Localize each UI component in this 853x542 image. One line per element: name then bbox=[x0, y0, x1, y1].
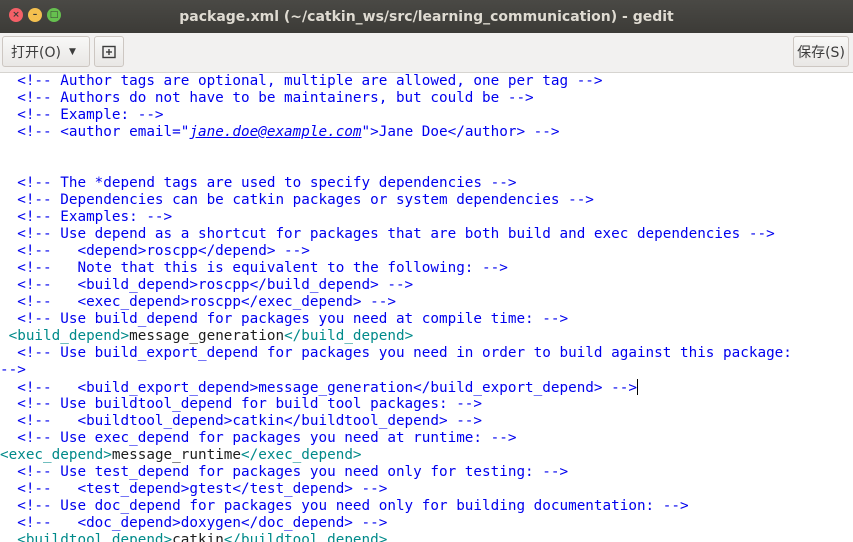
chevron-down-icon: ▼ bbox=[68, 46, 76, 57]
code-line[interactable]: <!-- Author tags are optional, multiple … bbox=[0, 73, 853, 90]
code-line[interactable]: <!-- <test_depend>gtest</test_depend> --… bbox=[0, 481, 853, 498]
code-token: <!-- Use doc_depend for packages you nee… bbox=[0, 498, 689, 514]
code-token: </build_depend> bbox=[284, 328, 414, 344]
open-button-label: 打开(O) bbox=[11, 44, 61, 61]
code-token: <!-- <buildtool_depend>catkin</buildtool… bbox=[0, 413, 483, 429]
code-line[interactable]: <!-- <exec_depend>roscpp</exec_depend> -… bbox=[0, 294, 853, 311]
code-line[interactable]: <!-- Authors do not have to be maintaine… bbox=[0, 90, 853, 107]
code-token: <!-- Use build_depend for packages you n… bbox=[0, 311, 569, 327]
email-link[interactable]: jane.doe@example.com bbox=[189, 124, 361, 140]
code-token: <!-- Use exec_depend for packages you ne… bbox=[0, 430, 517, 446]
code-line[interactable]: <!-- Use build_export_depend for package… bbox=[0, 345, 853, 362]
window-titlebar[interactable]: × – □ package.xml (~/catkin_ws/src/learn… bbox=[0, 0, 853, 33]
text-cursor bbox=[636, 379, 638, 395]
code-line[interactable]: <!-- Use exec_depend for packages you ne… bbox=[0, 430, 853, 447]
code-line[interactable]: <!-- Use buildtool_depend for build tool… bbox=[0, 396, 853, 413]
code-line[interactable]: <!-- <author email="jane.doe@example.com… bbox=[0, 124, 853, 141]
code-token: <!-- <build_depend>roscpp</build_depend>… bbox=[0, 277, 414, 293]
code-line[interactable]: <!-- Use build_depend for packages you n… bbox=[0, 311, 853, 328]
code-line[interactable]: <!-- Examples: --> bbox=[0, 209, 853, 226]
code-line[interactable] bbox=[0, 158, 853, 175]
code-token: <!-- Examples: --> bbox=[0, 209, 173, 225]
code-line[interactable]: <!-- Dependencies can be catkin packages… bbox=[0, 192, 853, 209]
code-line[interactable]: <buildtool_depend>catkin</buildtool_depe… bbox=[0, 532, 853, 542]
code-line[interactable]: <!-- <depend>roscpp</depend> --> bbox=[0, 243, 853, 260]
code-token: <!-- <doc_depend>doxygen</doc_depend> --… bbox=[0, 515, 388, 531]
code-token: <!-- Use build_export_depend for package… bbox=[0, 345, 792, 361]
code-line[interactable]: <!-- Use depend as a shortcut for packag… bbox=[0, 226, 853, 243]
code-token: message_runtime bbox=[111, 447, 242, 463]
code-token: <!-- Authors do not have to be maintaine… bbox=[0, 90, 534, 106]
new-tab-icon bbox=[102, 45, 116, 58]
minimize-window-button[interactable]: – bbox=[28, 8, 42, 22]
open-button[interactable]: 打开(O) ▼ bbox=[2, 36, 90, 67]
code-token: <!-- <test_depend>gtest</test_depend> --… bbox=[0, 481, 388, 497]
save-button-label: 保存(S) bbox=[797, 44, 845, 61]
code-token: <exec_depend> bbox=[0, 447, 112, 463]
code-line[interactable]: <!-- Use test_depend for packages you ne… bbox=[0, 464, 853, 481]
new-tab-button[interactable] bbox=[94, 36, 124, 67]
code-token: </buildtool_depend> bbox=[223, 532, 388, 542]
code-line[interactable]: <!-- <doc_depend>doxygen</doc_depend> --… bbox=[0, 515, 853, 532]
minimize-icon: – bbox=[32, 9, 38, 20]
code-token: <build_depend> bbox=[0, 328, 130, 344]
save-button[interactable]: 保存(S) bbox=[793, 36, 849, 67]
code-line[interactable]: <!-- <buildtool_depend>catkin</buildtool… bbox=[0, 413, 853, 430]
code-line[interactable]: <!-- Use doc_depend for packages you nee… bbox=[0, 498, 853, 515]
code-token: <!-- <exec_depend>roscpp</exec_depend> -… bbox=[0, 294, 396, 310]
code-line[interactable]: <exec_depend>message_runtime</exec_depen… bbox=[0, 447, 853, 464]
code-line[interactable]: <!-- The *depend tags are used to specif… bbox=[0, 175, 853, 192]
code-line[interactable]: <!-- <build_export_depend>message_genera… bbox=[0, 379, 853, 396]
code-line[interactable]: <!-- Note that this is equivalent to the… bbox=[0, 260, 853, 277]
text-editor[interactable]: <!-- Author tags are optional, multiple … bbox=[0, 73, 853, 542]
code-token: catkin bbox=[172, 532, 224, 542]
code-token: <!-- <depend>roscpp</depend> --> bbox=[0, 243, 310, 259]
maximize-icon: □ bbox=[49, 9, 59, 20]
header-bar: 打开(O) ▼ 保存(S) bbox=[0, 33, 853, 73]
code-token: <!-- Use depend as a shortcut for packag… bbox=[0, 226, 775, 242]
close-window-button[interactable]: × bbox=[9, 8, 23, 22]
code-token: <!-- The *depend tags are used to specif… bbox=[0, 175, 517, 191]
code-line[interactable]: <!-- <build_depend>roscpp</build_depend>… bbox=[0, 277, 853, 294]
code-token: <!-- <author email=" bbox=[0, 124, 190, 140]
window-title: package.xml (~/catkin_ws/src/learning_co… bbox=[179, 8, 674, 25]
code-token: --> bbox=[0, 362, 26, 378]
code-token: message_generation bbox=[129, 328, 285, 344]
code-line[interactable]: --> bbox=[0, 362, 853, 379]
code-token: <!-- Note that this is equivalent to the… bbox=[0, 260, 508, 276]
maximize-window-button[interactable]: □ bbox=[47, 8, 61, 22]
code-line[interactable] bbox=[0, 141, 853, 158]
code-token: </exec_depend> bbox=[241, 447, 362, 463]
code-token: <!-- Author tags are optional, multiple … bbox=[0, 73, 603, 89]
code-token: <!-- Use test_depend for packages you ne… bbox=[0, 464, 569, 480]
code-token: <!-- Example: --> bbox=[0, 107, 164, 123]
code-token: ">Jane Doe</author> --> bbox=[361, 124, 560, 140]
code-token: <!-- <build_export_depend>message_genera… bbox=[0, 380, 637, 396]
code-token: <buildtool_depend> bbox=[0, 532, 173, 542]
window-controls: × – □ bbox=[9, 8, 61, 22]
code-line[interactable]: <!-- Example: --> bbox=[0, 107, 853, 124]
code-token: <!-- Dependencies can be catkin packages… bbox=[0, 192, 594, 208]
code-token: <!-- Use buildtool_depend for build tool… bbox=[0, 396, 483, 412]
code-line[interactable]: <build_depend>message_generation</build_… bbox=[0, 328, 853, 345]
close-icon: × bbox=[12, 9, 20, 20]
